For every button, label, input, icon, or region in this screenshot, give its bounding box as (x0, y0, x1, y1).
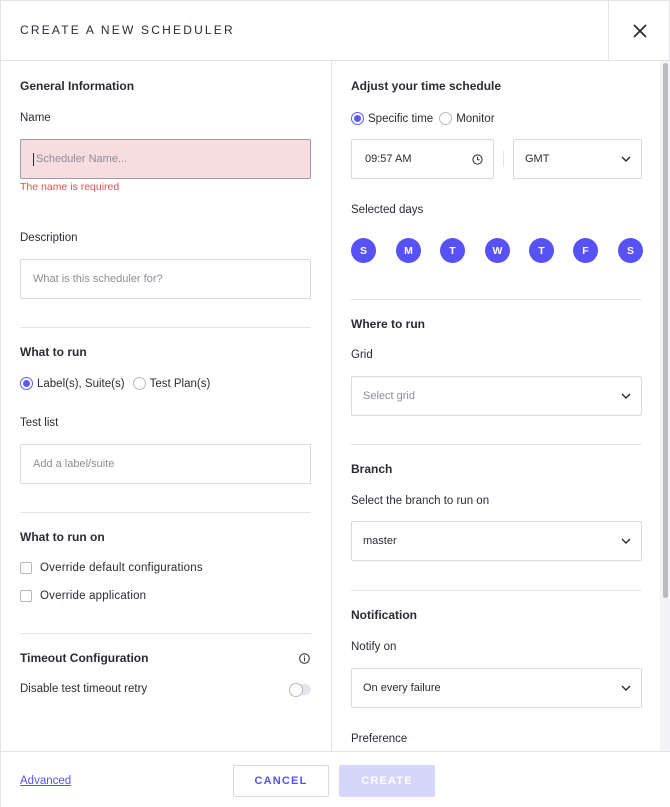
timeout-retry-toggle[interactable] (289, 683, 311, 697)
close-icon (633, 24, 647, 38)
time-value: 09:57 AM (365, 153, 412, 165)
timeout-configuration-title: Timeout Configuration (20, 651, 149, 665)
radio-test-plans[interactable] (132, 377, 146, 390)
modal-footer (1, 751, 670, 807)
name-input[interactable]: Scheduler Name... (20, 139, 311, 179)
divider (20, 633, 311, 634)
create-scheduler-modal: CREATE A NEW SCHEDULER General Informati… (0, 0, 670, 807)
test-list-input[interactable]: Add a label/suite (20, 444, 311, 484)
branch-title: Branch (351, 462, 393, 476)
clock-icon[interactable] (472, 153, 483, 165)
day-thursday[interactable]: T (529, 238, 554, 263)
divider (20, 512, 311, 513)
advanced-link[interactable]: Advanced (20, 775, 71, 787)
notification-title: Notification (351, 608, 417, 622)
schedule-mode-radio-group: Specific time Monitor (351, 112, 495, 125)
radio-labels-suites-label[interactable]: Label(s), Suite(s) (37, 378, 125, 390)
radio-specific-time[interactable] (351, 112, 364, 125)
notify-on-select[interactable]: On every failure (351, 668, 642, 708)
override-default-configurations-checkbox[interactable] (20, 562, 32, 574)
day-saturday[interactable]: S (618, 238, 643, 263)
divider (351, 299, 642, 300)
notify-on-label: Notify on (351, 641, 397, 653)
cancel-button[interactable]: CANCEL (233, 765, 329, 797)
branch-select[interactable]: master (351, 521, 642, 561)
where-to-run-title: Where to run (351, 317, 425, 331)
day-friday[interactable]: F (573, 238, 598, 263)
description-label: Description (20, 232, 78, 244)
general-information-title: General Information (20, 79, 135, 93)
field-separator (503, 151, 504, 167)
scrollbar-thumb[interactable] (663, 63, 668, 598)
test-list-input-placeholder: Add a label/suite (33, 458, 115, 470)
description-input-placeholder: What is this scheduler for? (33, 273, 163, 285)
chevron-down-icon (621, 685, 631, 691)
radio-specific-time-label[interactable]: Specific time (368, 113, 433, 125)
day-sunday[interactable]: S (351, 238, 376, 263)
what-to-run-on-title: What to run on (20, 530, 105, 544)
override-application-checkbox[interactable] (20, 590, 32, 602)
override-default-configurations-label[interactable]: Override default configurations (40, 562, 203, 574)
override-default-configurations-option[interactable]: Override default configurations (20, 562, 203, 574)
override-application-option[interactable]: Override application (20, 590, 146, 602)
test-list-label: Test list (20, 417, 59, 429)
radio-test-plans-label[interactable]: Test Plan(s) (150, 378, 211, 390)
name-label: Name (20, 112, 51, 124)
timeout-retry-label: Disable test timeout retry (20, 683, 148, 695)
text-caret (33, 152, 34, 166)
day-monday[interactable]: M (396, 238, 421, 263)
run-type-radio-group: Label(s), Suite(s) Test Plan(s) (20, 377, 210, 390)
close-button[interactable] (608, 1, 670, 61)
override-application-label[interactable]: Override application (40, 590, 146, 602)
timezone-value: GMT (525, 153, 550, 165)
radio-monitor-label[interactable]: Monitor (456, 113, 494, 125)
branch-value: master (363, 535, 397, 547)
timezone-select[interactable]: GMT (513, 139, 642, 179)
description-input[interactable]: What is this scheduler for? (20, 259, 311, 299)
divider (351, 444, 642, 445)
time-input[interactable]: 09:57 AM (351, 139, 494, 179)
column-divider (331, 61, 332, 751)
chevron-down-icon (621, 538, 631, 544)
info-icon[interactable] (299, 653, 310, 664)
radio-monitor[interactable] (439, 112, 453, 125)
radio-labels-suites[interactable] (20, 377, 33, 390)
modal-header: CREATE A NEW SCHEDULER (1, 1, 670, 61)
selected-days-label: Selected days (351, 204, 424, 216)
chevron-down-icon (621, 156, 631, 162)
name-error-message: The name is required (20, 181, 120, 193)
grid-select-placeholder: Select grid (363, 390, 415, 402)
branch-label: Select the branch to run on (351, 495, 490, 507)
modal-title: CREATE A NEW SCHEDULER (20, 23, 235, 37)
what-to-run-title: What to run (20, 345, 87, 359)
day-wednesday[interactable]: W (485, 238, 510, 263)
preference-label: Preference (351, 733, 408, 745)
grid-label: Grid (351, 349, 373, 361)
grid-select[interactable]: Select grid (351, 376, 642, 416)
name-input-placeholder: Scheduler Name... (36, 153, 128, 165)
day-tuesday[interactable]: T (440, 238, 465, 263)
create-button[interactable]: CREATE (339, 765, 435, 797)
notify-on-value: On every failure (363, 682, 441, 694)
schedule-title: Adjust your time schedule (351, 79, 502, 93)
divider (20, 327, 311, 328)
chevron-down-icon (621, 393, 631, 399)
divider (351, 590, 642, 591)
